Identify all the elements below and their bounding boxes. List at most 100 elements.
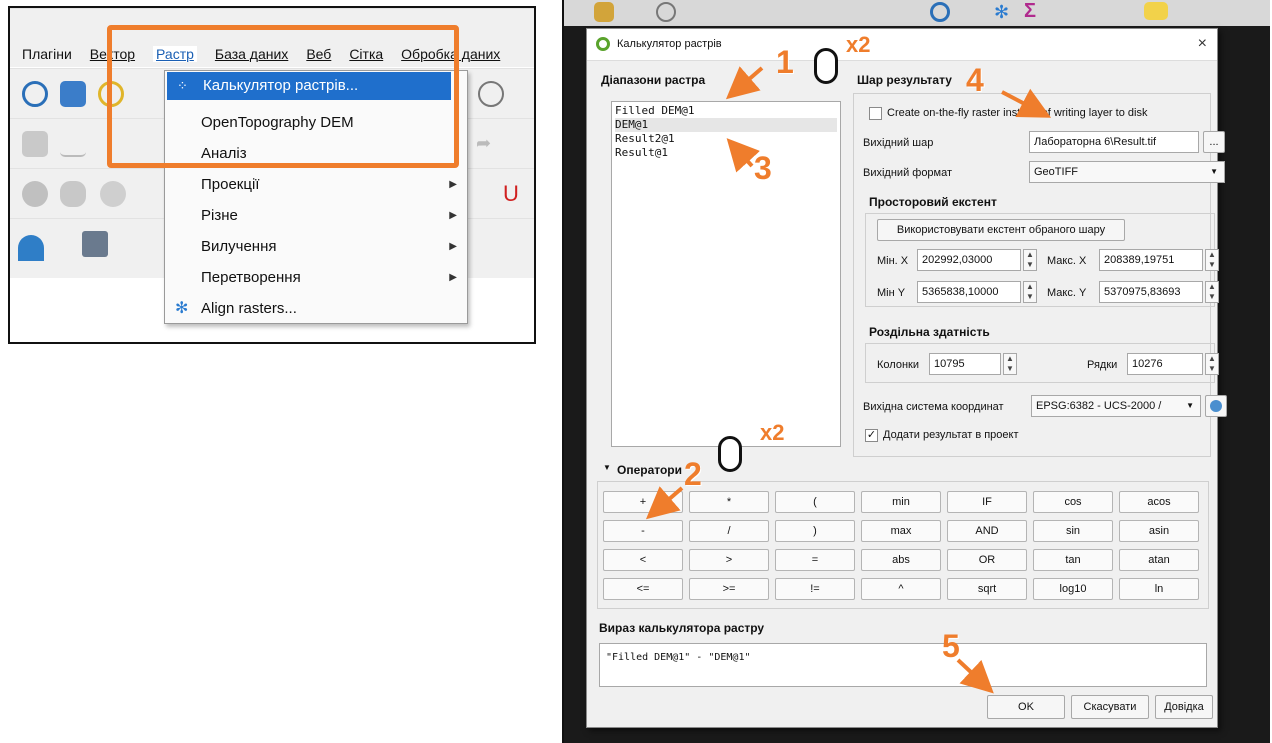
align-rasters-icon: ✻ xyxy=(175,300,189,317)
result-layer-title: Шар результату xyxy=(857,73,952,87)
add-to-project-checkbox[interactable]: ✓ xyxy=(865,429,878,442)
pan-icon[interactable] xyxy=(60,81,86,107)
raster-bands-list[interactable]: Filled DEM@1 DEM@1 Result2@1 Result@1 xyxy=(611,101,841,447)
operator-button[interactable]: - xyxy=(603,520,683,542)
operator-button[interactable]: sin xyxy=(1033,520,1113,542)
raster-band-item[interactable]: Result2@1 xyxy=(615,132,675,146)
operator-button[interactable]: / xyxy=(689,520,769,542)
operator-button[interactable]: <= xyxy=(603,578,683,600)
raster-band-item[interactable]: Result@1 xyxy=(615,146,668,160)
min-y-input[interactable]: 5365838,10000 xyxy=(917,281,1021,303)
save-edits-icon[interactable] xyxy=(22,131,48,157)
layer-icon xyxy=(594,2,614,22)
operators-collapse-arrow-icon[interactable]: ▼ xyxy=(603,463,611,472)
raster-band-item[interactable]: Filled DEM@1 xyxy=(615,104,694,118)
rows-spinner[interactable]: ▲ ▼ xyxy=(1205,353,1219,375)
operator-button[interactable]: + xyxy=(603,491,683,513)
operator-button[interactable]: cos xyxy=(1033,491,1113,513)
operator-button[interactable]: ( xyxy=(775,491,855,513)
chevron-down-icon: ▼ xyxy=(1210,167,1218,176)
rows-label: Рядки xyxy=(1087,359,1118,371)
raster-calculator-screenshot: ✻ Σ Калькулятор растрів × Діапазони раст… xyxy=(562,0,1270,743)
globe-plugin-icon[interactable] xyxy=(18,235,44,261)
step-number: 4 xyxy=(966,62,984,98)
operator-button[interactable]: ) xyxy=(775,520,855,542)
fill-ring-icon[interactable] xyxy=(60,181,86,207)
clock-icon xyxy=(656,2,676,22)
browse-button[interactable]: ... xyxy=(1203,131,1225,153)
columns-spinner[interactable]: ▲ ▼ xyxy=(1003,353,1017,375)
step-number: 2 xyxy=(684,456,702,492)
operators-title: Оператори xyxy=(617,463,683,477)
crs-selector-globe-icon[interactable] xyxy=(1205,395,1227,417)
close-icon[interactable]: × xyxy=(1198,35,1207,53)
menu-plugins[interactable]: Плагіни xyxy=(22,46,72,62)
dialog-title-bar: Калькулятор растрів × xyxy=(587,29,1217,61)
raster-band-item[interactable]: DEM@1 xyxy=(615,118,837,132)
operator-button[interactable]: = xyxy=(775,549,855,571)
max-y-spinner[interactable]: ▲ ▼ xyxy=(1205,281,1219,303)
menu-item-conversion[interactable]: Перетворення ▶ xyxy=(165,264,467,292)
menu-item-projections[interactable]: Проекції ▶ xyxy=(165,171,467,199)
operator-button[interactable]: abs xyxy=(861,549,941,571)
menu-item-misc[interactable]: Різне ▶ xyxy=(165,202,467,230)
ok-button[interactable]: OK xyxy=(987,695,1065,719)
on-the-fly-checkbox[interactable] xyxy=(869,107,882,120)
min-x-spinner[interactable]: ▲ ▼ xyxy=(1023,249,1037,271)
operator-button[interactable]: ^ xyxy=(861,578,941,600)
grid-plugin-icon[interactable] xyxy=(82,231,108,257)
output-layer-input[interactable]: Лабораторна 6\Result.tif xyxy=(1029,131,1199,153)
output-layer-label: Вихідний шар xyxy=(863,137,934,149)
tooltip-icon xyxy=(1144,2,1168,20)
reshape-icon[interactable] xyxy=(100,181,126,207)
output-crs-value: EPSG:6382 - UCS-2000 / xyxy=(1036,400,1162,412)
expression-title: Вираз калькулятора растру xyxy=(599,621,765,635)
chevron-down-icon: ▼ xyxy=(1186,401,1194,410)
operator-button[interactable]: asin xyxy=(1119,520,1199,542)
max-x-input[interactable]: 208389,19751 xyxy=(1099,249,1203,271)
spatial-extent-title: Просторовий екстент xyxy=(869,195,997,209)
output-format-select[interactable]: GeoTIFF ▼ xyxy=(1029,161,1225,183)
on-the-fly-label: Create on-the-fly raster instead of writ… xyxy=(887,107,1148,119)
menu-item-label: Align rasters... xyxy=(201,300,297,317)
expression-editor[interactable]: "Filled DEM@1" - "DEM@1" xyxy=(599,643,1207,687)
operator-button[interactable]: < xyxy=(603,549,683,571)
operator-button[interactable]: > xyxy=(689,549,769,571)
operator-button[interactable]: ln xyxy=(1119,578,1199,600)
operator-button[interactable]: sqrt xyxy=(947,578,1027,600)
min-x-input[interactable]: 202992,03000 xyxy=(917,249,1021,271)
operator-button[interactable]: acos xyxy=(1119,491,1199,513)
help-button[interactable]: Довідка xyxy=(1155,695,1213,719)
min-y-spinner[interactable]: ▲ ▼ xyxy=(1023,281,1037,303)
menu-item-label: Різне xyxy=(201,207,238,224)
max-y-label: Макс. Y xyxy=(1047,287,1087,299)
max-x-spinner[interactable]: ▲ ▼ xyxy=(1205,249,1219,271)
rows-input[interactable]: 10276 xyxy=(1127,353,1203,375)
snapping-magnet-icon[interactable]: U xyxy=(498,181,524,207)
redo-icon[interactable]: ➦ xyxy=(476,133,502,159)
operator-button[interactable]: * xyxy=(689,491,769,513)
operator-button[interactable]: min xyxy=(861,491,941,513)
globe-icon xyxy=(1210,400,1222,412)
output-crs-select[interactable]: EPSG:6382 - UCS-2000 / ▼ xyxy=(1031,395,1201,417)
digitize-line-icon[interactable] xyxy=(60,131,86,157)
shape-tool-icon[interactable] xyxy=(22,181,48,207)
menu-item-extraction[interactable]: Вилучення ▶ xyxy=(165,233,467,261)
operator-button[interactable]: max xyxy=(861,520,941,542)
operator-button[interactable]: atan xyxy=(1119,549,1199,571)
operator-button[interactable]: != xyxy=(775,578,855,600)
clock-icon[interactable] xyxy=(478,81,504,107)
zoom-out-icon[interactable] xyxy=(22,81,48,107)
operator-button[interactable]: >= xyxy=(689,578,769,600)
menu-item-align-rasters[interactable]: ✻ Align rasters... xyxy=(165,295,467,323)
max-y-input[interactable]: 5370975,83693 xyxy=(1099,281,1203,303)
operator-button[interactable]: tan xyxy=(1033,549,1113,571)
use-selected-layer-extent-button[interactable]: Використовувати екстент обраного шару xyxy=(877,219,1125,241)
background-toolbar: ✻ Σ xyxy=(564,0,1270,26)
columns-input[interactable]: 10795 xyxy=(929,353,1001,375)
cancel-button[interactable]: Скасувати xyxy=(1071,695,1149,719)
operator-button[interactable]: AND xyxy=(947,520,1027,542)
operator-button[interactable]: log10 xyxy=(1033,578,1113,600)
operator-button[interactable]: OR xyxy=(947,549,1027,571)
operator-button[interactable]: IF xyxy=(947,491,1027,513)
